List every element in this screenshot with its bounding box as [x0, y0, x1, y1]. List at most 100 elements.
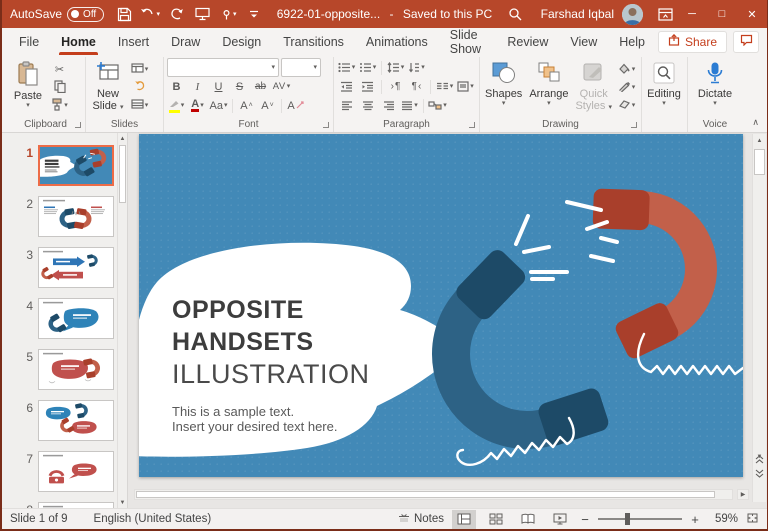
font-color-button[interactable]: A▾ — [188, 97, 207, 114]
sort-button[interactable]: ▾ — [407, 59, 426, 76]
bold-button[interactable]: B — [167, 78, 186, 95]
bullets-button[interactable]: ▾ — [337, 59, 356, 76]
cut-button[interactable]: ✂ — [50, 61, 69, 78]
shape-fill-button[interactable]: ▾ — [617, 61, 636, 78]
notes-button[interactable]: Notes — [398, 513, 444, 526]
slide-text-box[interactable]: OPPOSITE HANDSETS ILLUSTRATION This is a… — [172, 294, 370, 434]
rtl-direction-button[interactable]: ¶‹ — [407, 78, 426, 95]
thumbnail-slide-4[interactable]: 4 — [2, 298, 114, 339]
horizontal-scrollbar-thumb[interactable] — [136, 491, 715, 498]
clear-formatting-button[interactable]: A — [286, 97, 305, 114]
strikethrough-button[interactable]: S — [230, 78, 249, 95]
slide-sorter-view-button[interactable] — [484, 510, 508, 529]
columns-button[interactable]: ▾ — [435, 78, 454, 95]
thumbnail-scroll-down-icon[interactable]: ▼ — [118, 497, 127, 508]
increase-indent-button[interactable] — [358, 78, 377, 95]
thumbnail-slide-5[interactable]: 5 — [2, 349, 114, 390]
drawing-dialog-launcher-icon[interactable] — [631, 122, 637, 128]
font-name-combo[interactable]: ▾ — [167, 58, 279, 77]
collapse-ribbon-button[interactable]: ∧ — [752, 117, 759, 128]
horizontal-scrollbar[interactable] — [134, 489, 733, 500]
tab-review[interactable]: Review — [496, 28, 559, 55]
dictate-button[interactable]: Dictate ▾ — [696, 58, 734, 107]
maximize-button[interactable]: □ — [707, 0, 737, 28]
align-left-button[interactable] — [337, 97, 356, 114]
paragraph-dialog-launcher-icon[interactable] — [469, 122, 475, 128]
zoom-slider-thumb[interactable] — [625, 513, 630, 525]
shape-outline-button[interactable]: ▾ — [617, 79, 636, 96]
thumbnail-slide-3[interactable]: 3 — [2, 247, 114, 288]
character-spacing-button[interactable]: AV▾ — [272, 78, 291, 95]
thumbnail-scrollbar[interactable]: ▲ ▼ — [117, 133, 127, 508]
vertical-scrollbar[interactable]: ▲ — [752, 134, 766, 502]
new-slide-button[interactable]: New Slide ▾ — [89, 58, 127, 112]
zoom-level[interactable]: 59% — [708, 513, 738, 525]
vertical-scrollbar-thumb[interactable] — [754, 149, 765, 175]
text-shadow-button[interactable]: ab — [251, 78, 270, 95]
thumbnail-slide-8[interactable]: 8 — [2, 502, 114, 508]
format-painter-button[interactable]: ▾ — [50, 97, 69, 114]
tab-view[interactable]: View — [559, 28, 608, 55]
tab-slide-show[interactable]: Slide Show — [439, 28, 497, 55]
ltr-direction-button[interactable]: ›¶ — [386, 78, 405, 95]
decrease-indent-button[interactable] — [337, 78, 356, 95]
align-center-button[interactable] — [358, 97, 377, 114]
user-avatar[interactable] — [622, 4, 643, 25]
numbering-button[interactable]: ▾ — [358, 59, 377, 76]
slideshow-view-button[interactable] — [548, 510, 572, 529]
section-button[interactable]: ▾ — [130, 97, 149, 114]
font-dialog-launcher-icon[interactable] — [323, 122, 329, 128]
arrange-button[interactable]: Arrange ▾ — [527, 58, 570, 107]
line-spacing-button[interactable]: ▾ — [386, 59, 405, 76]
italic-button[interactable]: I — [188, 78, 207, 95]
change-case-button[interactable]: Aa▾ — [209, 97, 228, 114]
fit-to-window-button[interactable] — [746, 512, 759, 527]
comments-button[interactable] — [733, 31, 759, 53]
scroll-up-icon[interactable]: ▲ — [753, 134, 766, 147]
ribbon-display-options-button[interactable] — [653, 2, 677, 26]
search-button[interactable] — [503, 2, 527, 26]
zoom-in-button[interactable]: + — [690, 512, 700, 527]
undo-button[interactable]: ▾ — [138, 2, 162, 26]
user-name[interactable]: Farshad Iqbal — [541, 7, 614, 21]
tab-animations[interactable]: Animations — [355, 28, 439, 55]
zoom-out-button[interactable]: − — [580, 512, 590, 527]
shrink-font-button[interactable]: A˅ — [258, 97, 277, 114]
tab-home[interactable]: Home — [50, 28, 107, 55]
save-button[interactable] — [112, 2, 136, 26]
thumbnail-slide-7[interactable]: 7 — [2, 451, 114, 492]
underline-button[interactable]: U — [209, 78, 228, 95]
tab-transitions[interactable]: Transitions — [272, 28, 355, 55]
quick-styles-button[interactable]: Quick Styles ▾ — [573, 58, 614, 112]
slide-indicator[interactable]: Slide 1 of 9 — [10, 513, 68, 525]
scroll-right-icon[interactable]: ▶ — [737, 489, 749, 500]
thumbnail-slide-2[interactable]: 2 — [2, 196, 114, 237]
language-indicator[interactable]: English (United States) — [94, 513, 212, 525]
font-size-combo[interactable]: ▾ — [281, 58, 321, 77]
reading-view-button[interactable] — [516, 510, 540, 529]
thumbnail-slide-6[interactable]: 6 — [2, 400, 114, 441]
thumbnail-slide-1[interactable]: 1 — [2, 145, 114, 186]
normal-view-button[interactable] — [452, 510, 476, 529]
tab-design[interactable]: Design — [211, 28, 272, 55]
justify-button[interactable]: ▾ — [400, 97, 419, 114]
shape-effects-button[interactable]: ▾ — [617, 97, 636, 114]
copy-button[interactable] — [50, 79, 69, 96]
qat-overflow-button[interactable] — [242, 2, 266, 26]
reset-slide-button[interactable] — [130, 79, 149, 96]
previous-slide-button[interactable] — [755, 455, 764, 466]
redo-button[interactable] — [164, 2, 188, 26]
tab-help[interactable]: Help — [608, 28, 656, 55]
tab-draw[interactable]: Draw — [160, 28, 211, 55]
convert-to-smartart-button[interactable]: ▾ — [428, 97, 447, 114]
autosave-toggle[interactable]: AutoSave Off — [10, 7, 104, 22]
tab-insert[interactable]: Insert — [107, 28, 160, 55]
editing-button[interactable]: Editing ▾ — [645, 58, 683, 107]
start-slideshow-button[interactable] — [190, 2, 214, 26]
zoom-slider[interactable] — [598, 518, 682, 520]
slide-editor[interactable]: OPPOSITE HANDSETS ILLUSTRATION This is a… — [139, 134, 743, 477]
next-slide-button[interactable] — [755, 469, 764, 480]
align-right-button[interactable] — [379, 97, 398, 114]
clipboard-dialog-launcher-icon[interactable] — [75, 122, 81, 128]
grow-font-button[interactable]: A˄ — [237, 97, 256, 114]
